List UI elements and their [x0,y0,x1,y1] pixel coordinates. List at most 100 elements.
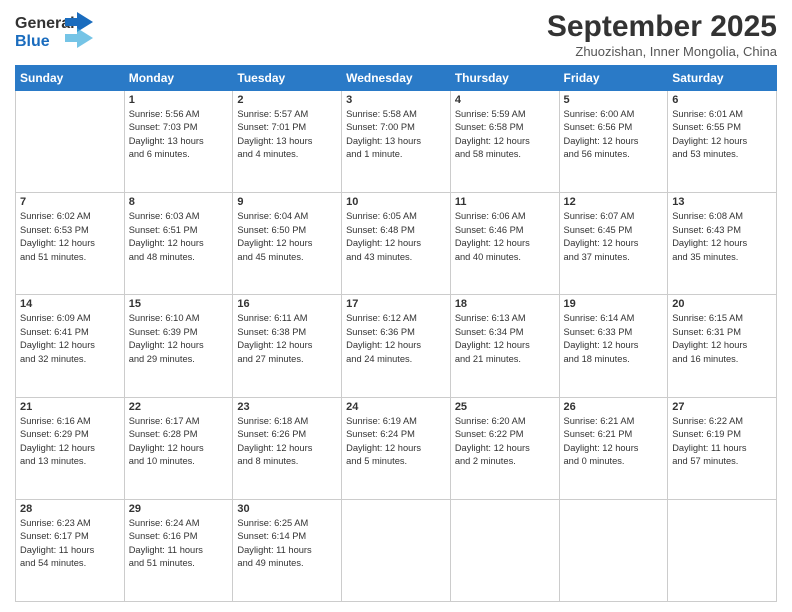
logo-icon: General Blue [15,10,95,54]
day-info: Sunrise: 6:24 AMSunset: 6:16 PMDaylight:… [129,517,229,571]
day-cell: 8 Sunrise: 6:03 AMSunset: 6:51 PMDaylight… [124,193,233,295]
day-header-sunday: Sunday [16,66,125,91]
day-number: 11 [455,196,555,208]
day-number: 28 [20,503,120,515]
day-cell [450,499,559,601]
day-cell [559,499,668,601]
day-info: Sunrise: 5:57 AMSunset: 7:01 PMDaylight:… [237,108,337,162]
day-info: Sunrise: 6:05 AMSunset: 6:48 PMDaylight:… [346,210,446,264]
day-cell: 12 Sunrise: 6:07 AMSunset: 6:45 PMDayligh… [559,193,668,295]
day-cell: 28 Sunrise: 6:23 AMSunset: 6:17 PMDayligh… [16,499,125,601]
day-cell: 4 Sunrise: 5:59 AMSunset: 6:58 PMDaylight… [450,91,559,193]
day-info: Sunrise: 6:21 AMSunset: 6:21 PMDaylight:… [564,415,664,469]
day-number: 6 [672,94,772,106]
day-info: Sunrise: 6:20 AMSunset: 6:22 PMDaylight:… [455,415,555,469]
day-info: Sunrise: 6:18 AMSunset: 6:26 PMDaylight:… [237,415,337,469]
day-number: 16 [237,298,337,310]
day-number: 24 [346,401,446,413]
week-row-1: 1 Sunrise: 5:56 AMSunset: 7:03 PMDaylight… [16,91,777,193]
day-number: 10 [346,196,446,208]
day-cell: 7Sunrise: 6:02 AMSunset: 6:53 PMDaylight… [16,193,125,295]
day-info: Sunrise: 6:22 AMSunset: 6:19 PMDaylight:… [672,415,772,469]
day-info: Sunrise: 6:04 AMSunset: 6:50 PMDaylight:… [237,210,337,264]
day-cell: 1 Sunrise: 5:56 AMSunset: 7:03 PMDaylight… [124,91,233,193]
day-number: 3 [346,94,446,106]
day-cell: 21 Sunrise: 6:16 AMSunset: 6:29 PMDayligh… [16,397,125,499]
day-info: Sunrise: 6:15 AMSunset: 6:31 PMDaylight:… [672,312,772,366]
day-info: Sunrise: 6:07 AMSunset: 6:45 PMDaylight:… [564,210,664,264]
day-cell: 29Sunrise: 6:24 AMSunset: 6:16 PMDayligh… [124,499,233,601]
day-number: 30 [237,503,337,515]
day-cell: 9Sunrise: 6:04 AMSunset: 6:50 PMDaylight… [233,193,342,295]
day-header-wednesday: Wednesday [342,66,451,91]
day-info: Sunrise: 6:14 AMSunset: 6:33 PMDaylight:… [564,312,664,366]
day-number: 4 [455,94,555,106]
title-block: September 2025 Zhuozishan, Inner Mongoli… [547,10,777,59]
day-number: 21 [20,401,120,413]
day-info: Sunrise: 5:58 AMSunset: 7:00 PMDaylight:… [346,108,446,162]
day-cell: 10 Sunrise: 6:05 AMSunset: 6:48 PMDayligh… [342,193,451,295]
day-number: 12 [564,196,664,208]
day-info: Sunrise: 6:00 AMSunset: 6:56 PMDaylight:… [564,108,664,162]
day-number: 20 [672,298,772,310]
week-row-4: 21 Sunrise: 6:16 AMSunset: 6:29 PMDayligh… [16,397,777,499]
week-row-2: 7Sunrise: 6:02 AMSunset: 6:53 PMDaylight… [16,193,777,295]
day-info: Sunrise: 6:19 AMSunset: 6:24 PMDaylight:… [346,415,446,469]
day-cell: 17Sunrise: 6:12 AMSunset: 6:36 PMDayligh… [342,295,451,397]
day-cell: 6Sunrise: 6:01 AMSunset: 6:55 PMDaylight… [668,91,777,193]
day-info: Sunrise: 6:23 AMSunset: 6:17 PMDaylight:… [20,517,120,571]
day-cell: 2 Sunrise: 5:57 AMSunset: 7:01 PMDaylight… [233,91,342,193]
svg-text:Blue: Blue [15,33,50,50]
day-info: Sunrise: 6:11 AMSunset: 6:38 PMDaylight:… [237,312,337,366]
day-number: 26 [564,401,664,413]
day-info: Sunrise: 6:02 AMSunset: 6:53 PMDaylight:… [20,210,120,264]
day-cell [342,499,451,601]
day-header-row: SundayMondayTuesdayWednesdayThursdayFrid… [16,66,777,91]
day-number: 1 [129,94,229,106]
day-cell: 27Sunrise: 6:22 AMSunset: 6:19 PMDayligh… [668,397,777,499]
day-info: Sunrise: 6:13 AMSunset: 6:34 PMDaylight:… [455,312,555,366]
day-number: 18 [455,298,555,310]
day-cell: 23Sunrise: 6:18 AMSunset: 6:26 PMDayligh… [233,397,342,499]
day-cell: 25 Sunrise: 6:20 AMSunset: 6:22 PMDayligh… [450,397,559,499]
day-cell: 16 Sunrise: 6:11 AMSunset: 6:38 PMDayligh… [233,295,342,397]
week-row-5: 28 Sunrise: 6:23 AMSunset: 6:17 PMDayligh… [16,499,777,601]
day-info: Sunrise: 6:16 AMSunset: 6:29 PMDaylight:… [20,415,120,469]
day-info: Sunrise: 5:56 AMSunset: 7:03 PMDaylight:… [129,108,229,162]
day-info: Sunrise: 6:17 AMSunset: 6:28 PMDaylight:… [129,415,229,469]
day-cell: 14 Sunrise: 6:09 AMSunset: 6:41 PMDayligh… [16,295,125,397]
day-cell: 3 Sunrise: 5:58 AMSunset: 7:00 PMDaylight… [342,91,451,193]
day-cell: 24 Sunrise: 6:19 AMSunset: 6:24 PMDayligh… [342,397,451,499]
day-cell [668,499,777,601]
day-number: 25 [455,401,555,413]
day-number: 14 [20,298,120,310]
day-info: Sunrise: 6:25 AMSunset: 6:14 PMDaylight:… [237,517,337,571]
day-cell: 22 Sunrise: 6:17 AMSunset: 6:28 PMDayligh… [124,397,233,499]
day-info: Sunrise: 5:59 AMSunset: 6:58 PMDaylight:… [455,108,555,162]
day-cell: 30 Sunrise: 6:25 AMSunset: 6:14 PMDayligh… [233,499,342,601]
day-header-tuesday: Tuesday [233,66,342,91]
calendar-table: SundayMondayTuesdayWednesdayThursdayFrid… [15,65,777,602]
day-cell: 19 Sunrise: 6:14 AMSunset: 6:33 PMDayligh… [559,295,668,397]
day-info: Sunrise: 6:12 AMSunset: 6:36 PMDaylight:… [346,312,446,366]
header: General Blue September 2025 Zhuozishan, … [15,10,777,59]
day-number: 8 [129,196,229,208]
day-number: 19 [564,298,664,310]
day-cell: 26 Sunrise: 6:21 AMSunset: 6:21 PMDayligh… [559,397,668,499]
day-header-thursday: Thursday [450,66,559,91]
location: Zhuozishan, Inner Mongolia, China [547,44,777,59]
day-info: Sunrise: 6:08 AMSunset: 6:43 PMDaylight:… [672,210,772,264]
logo: General Blue [15,10,95,54]
day-header-saturday: Saturday [668,66,777,91]
day-number: 13 [672,196,772,208]
day-info: Sunrise: 6:03 AMSunset: 6:51 PMDaylight:… [129,210,229,264]
day-cell: 18 Sunrise: 6:13 AMSunset: 6:34 PMDayligh… [450,295,559,397]
day-info: Sunrise: 6:06 AMSunset: 6:46 PMDaylight:… [455,210,555,264]
day-cell: 13 Sunrise: 6:08 AMSunset: 6:43 PMDayligh… [668,193,777,295]
day-cell [16,91,125,193]
day-number: 2 [237,94,337,106]
day-cell: 5 Sunrise: 6:00 AMSunset: 6:56 PMDaylight… [559,91,668,193]
day-number: 22 [129,401,229,413]
day-info: Sunrise: 6:09 AMSunset: 6:41 PMDaylight:… [20,312,120,366]
day-number: 5 [564,94,664,106]
